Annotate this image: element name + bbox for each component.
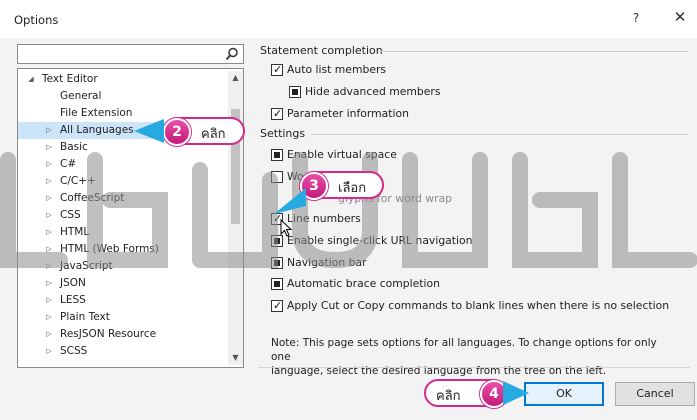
collapsed-arrow-icon[interactable]: ▷ [45, 343, 53, 360]
callout-step-3: 3 เลือก [300, 171, 384, 200]
expanded-arrow-icon[interactable]: ◢ [27, 71, 35, 88]
callout-step-2: 2 คลิก [163, 117, 245, 146]
tree-item-label: C/C++ [60, 175, 96, 187]
pointer-arrow-icon [274, 188, 306, 214]
word-wrap-checkbox[interactable] [271, 171, 283, 183]
collapsed-arrow-icon[interactable]: ▷ [45, 139, 53, 156]
single-click-url-label: Enable single-click URL navigation [287, 234, 473, 247]
tree-item-label: File Extension [60, 107, 133, 119]
virtual-space-label: Enable virtual space [287, 148, 397, 161]
tree-item-label: JSON [60, 277, 86, 289]
tree-item-html-web-forms[interactable]: ▷ HTML (Web Forms) [18, 241, 228, 258]
tree-item-label: Text Editor [42, 73, 98, 85]
tree-item-label: Basic [60, 141, 88, 153]
tree-scrollbar[interactable]: ▲ ▼ [228, 71, 243, 365]
parameter-information-label: Parameter information [287, 107, 409, 120]
statement-completion-title: Statement completion [260, 44, 389, 57]
footer-divider [258, 367, 690, 368]
apply-cut-copy-label: Apply Cut or Copy commands to blank line… [287, 299, 670, 312]
tree-item-csharp[interactable]: ▷ C# [18, 156, 228, 173]
pointer-arrow-icon [503, 381, 529, 405]
tree-item-label: C# [60, 158, 77, 170]
collapsed-arrow-icon[interactable]: ▷ [45, 326, 53, 343]
collapsed-arrow-icon[interactable]: ▷ [45, 292, 53, 309]
window-title: Options [14, 13, 59, 27]
tree-item-cpp[interactable]: ▷ C/C++ [18, 173, 228, 190]
collapsed-arrow-icon[interactable]: ▷ [45, 207, 53, 224]
navigation-bar-checkbox[interactable] [271, 257, 283, 269]
collapsed-arrow-icon[interactable]: ▷ [45, 241, 53, 258]
tree-item-resjson-resource[interactable]: ▷ ResJSON Resource [18, 326, 228, 343]
group-divider [378, 51, 688, 52]
callout-text: คลิก [201, 127, 226, 142]
apply-cut-copy-checkbox[interactable] [271, 298, 283, 314]
search-input[interactable] [17, 44, 244, 64]
tree-item-label: CoffeeScript [60, 192, 125, 204]
tree-item-html[interactable]: ▷ HTML [18, 224, 228, 241]
hide-advanced-members-label: Hide advanced members [305, 85, 441, 98]
tree-item-less[interactable]: ▷ LESS [18, 292, 228, 309]
hide-advanced-members-checkbox[interactable] [289, 86, 301, 98]
settings-title: Settings [260, 127, 312, 140]
tree-item-javascript[interactable]: ▷ JavaScript [18, 258, 228, 275]
tree-item-label: HTML (Web Forms) [60, 243, 159, 255]
tree-item-label: ResJSON Resource [60, 328, 157, 340]
tree-item-text-editor[interactable]: ◢ Text Editor [18, 71, 228, 88]
navigation-bar-label: Navigation bar [287, 256, 367, 269]
tree-item-json[interactable]: ▷ JSON [18, 275, 228, 292]
callout-text: คลิก [436, 389, 461, 404]
tree-item-css[interactable]: ▷ CSS [18, 207, 228, 224]
collapsed-arrow-icon[interactable]: ▷ [45, 190, 53, 207]
collapsed-arrow-icon[interactable]: ▷ [45, 173, 53, 190]
collapsed-arrow-icon[interactable]: ▷ [45, 258, 53, 275]
collapsed-arrow-icon[interactable]: ▷ [45, 156, 53, 173]
collapsed-arrow-icon[interactable]: ▷ [45, 224, 53, 241]
auto-list-members-label: Auto list members [287, 63, 387, 76]
callout-number: 2 [163, 118, 191, 146]
title-bar: Options ? ✕ [0, 0, 697, 38]
help-button[interactable]: ? [628, 11, 644, 27]
tree-item-label: Plain Text [60, 311, 110, 323]
tree-item-label: All Languages [60, 124, 134, 136]
collapsed-arrow-icon[interactable]: ▷ [45, 275, 53, 292]
tree-item-plain-text[interactable]: ▷ Plain Text [18, 309, 228, 326]
tree-item-scss[interactable]: ▷ SCSS [18, 343, 228, 360]
ok-button[interactable]: OK [524, 382, 604, 406]
note-text: Note: This page sets options for all lan… [271, 336, 671, 378]
options-tree[interactable]: ◢ Text Editor General File Extension ▷ A… [17, 68, 244, 368]
mouse-cursor-icon [280, 219, 292, 237]
callout-text: เลือก [338, 181, 367, 196]
pointer-arrow-icon [134, 119, 164, 143]
search-icon [225, 47, 238, 61]
tree-item-label: LESS [60, 294, 86, 306]
tree-item-label: JavaScript [60, 260, 113, 272]
note-line-1: Note: This page sets options for all lan… [271, 337, 657, 363]
parameter-information-checkbox[interactable] [271, 106, 283, 122]
tree-item-label: General [60, 90, 102, 102]
scroll-up-icon[interactable]: ▲ [228, 71, 243, 85]
tree-item-label: SCSS [60, 345, 88, 357]
automatic-brace-label: Automatic brace completion [287, 277, 440, 290]
close-button[interactable]: ✕ [670, 8, 690, 28]
tree-item-label: CSS [60, 209, 81, 221]
tree-item-label: HTML [60, 226, 90, 238]
automatic-brace-checkbox[interactable] [271, 278, 283, 290]
cancel-button[interactable]: Cancel [615, 382, 695, 406]
tree-item-coffeescript[interactable]: ▷ CoffeeScript [18, 190, 228, 207]
callout-step-4: คลิก 4 [424, 379, 508, 408]
scroll-down-icon[interactable]: ▼ [228, 351, 243, 365]
virtual-space-checkbox[interactable] [271, 149, 283, 161]
collapsed-arrow-icon[interactable]: ▷ [45, 122, 53, 139]
collapsed-arrow-icon[interactable]: ▷ [45, 309, 53, 326]
tree-item-general[interactable]: General [18, 88, 228, 105]
group-divider [311, 134, 688, 135]
auto-list-members-checkbox[interactable] [271, 62, 283, 78]
